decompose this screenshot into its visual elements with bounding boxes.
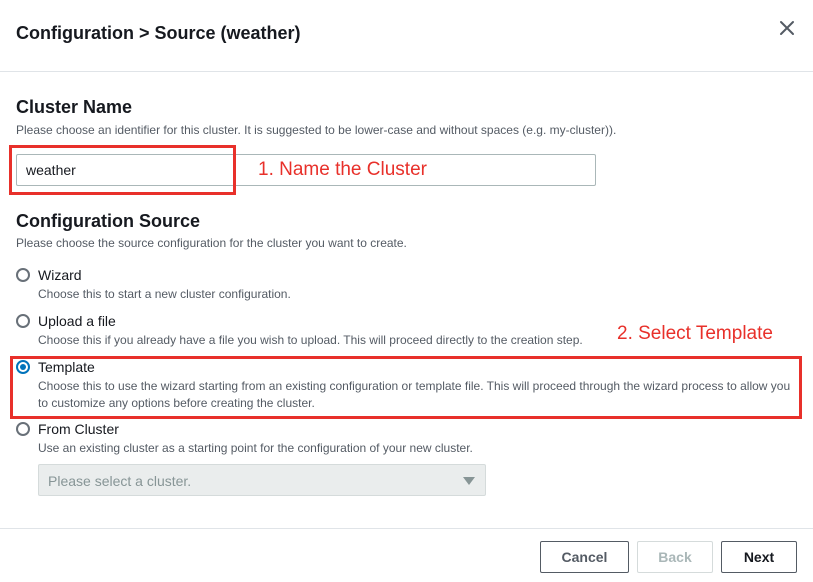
radio-button-template[interactable] (16, 360, 30, 374)
dialog-title: Configuration > Source (weather) (16, 23, 301, 43)
radio-button-from-cluster[interactable] (16, 422, 30, 436)
caret-down-icon (463, 477, 475, 485)
radio-label-upload: Upload a file (38, 313, 116, 329)
cluster-select[interactable]: Please select a cluster. (38, 464, 486, 496)
annotation-step1: 1. Name the Cluster (258, 159, 427, 180)
radio-description-template: Choose this to use the wizard starting f… (38, 379, 791, 410)
dialog-header: Configuration > Source (weather) (0, 0, 813, 72)
radio-label-wizard: Wizard (38, 267, 82, 283)
radio-description-wizard: Choose this to start a new cluster confi… (38, 287, 291, 301)
footer-divider (0, 528, 813, 529)
close-button[interactable] (774, 15, 800, 41)
cancel-button[interactable]: Cancel (540, 541, 629, 573)
back-button[interactable]: Back (637, 541, 713, 573)
radio-label-from-cluster: From Cluster (38, 421, 119, 437)
cluster-select-placeholder: Please select a cluster. (48, 473, 192, 489)
radio-button-upload[interactable] (16, 314, 30, 328)
radio-label-template: Template (38, 359, 95, 375)
next-button[interactable]: Next (721, 541, 797, 573)
radio-description-from-cluster: Use an existing cluster as a starting po… (38, 441, 473, 455)
cluster-name-description: Please choose an identifier for this clu… (16, 123, 617, 137)
config-source-description: Please choose the source configuration f… (16, 236, 407, 250)
annotation-step2: 2. Select Template (617, 323, 773, 344)
radio-button-wizard[interactable] (16, 268, 30, 282)
cluster-name-heading: Cluster Name (16, 97, 133, 117)
config-source-heading: Configuration Source (16, 211, 200, 231)
close-icon (780, 21, 794, 35)
